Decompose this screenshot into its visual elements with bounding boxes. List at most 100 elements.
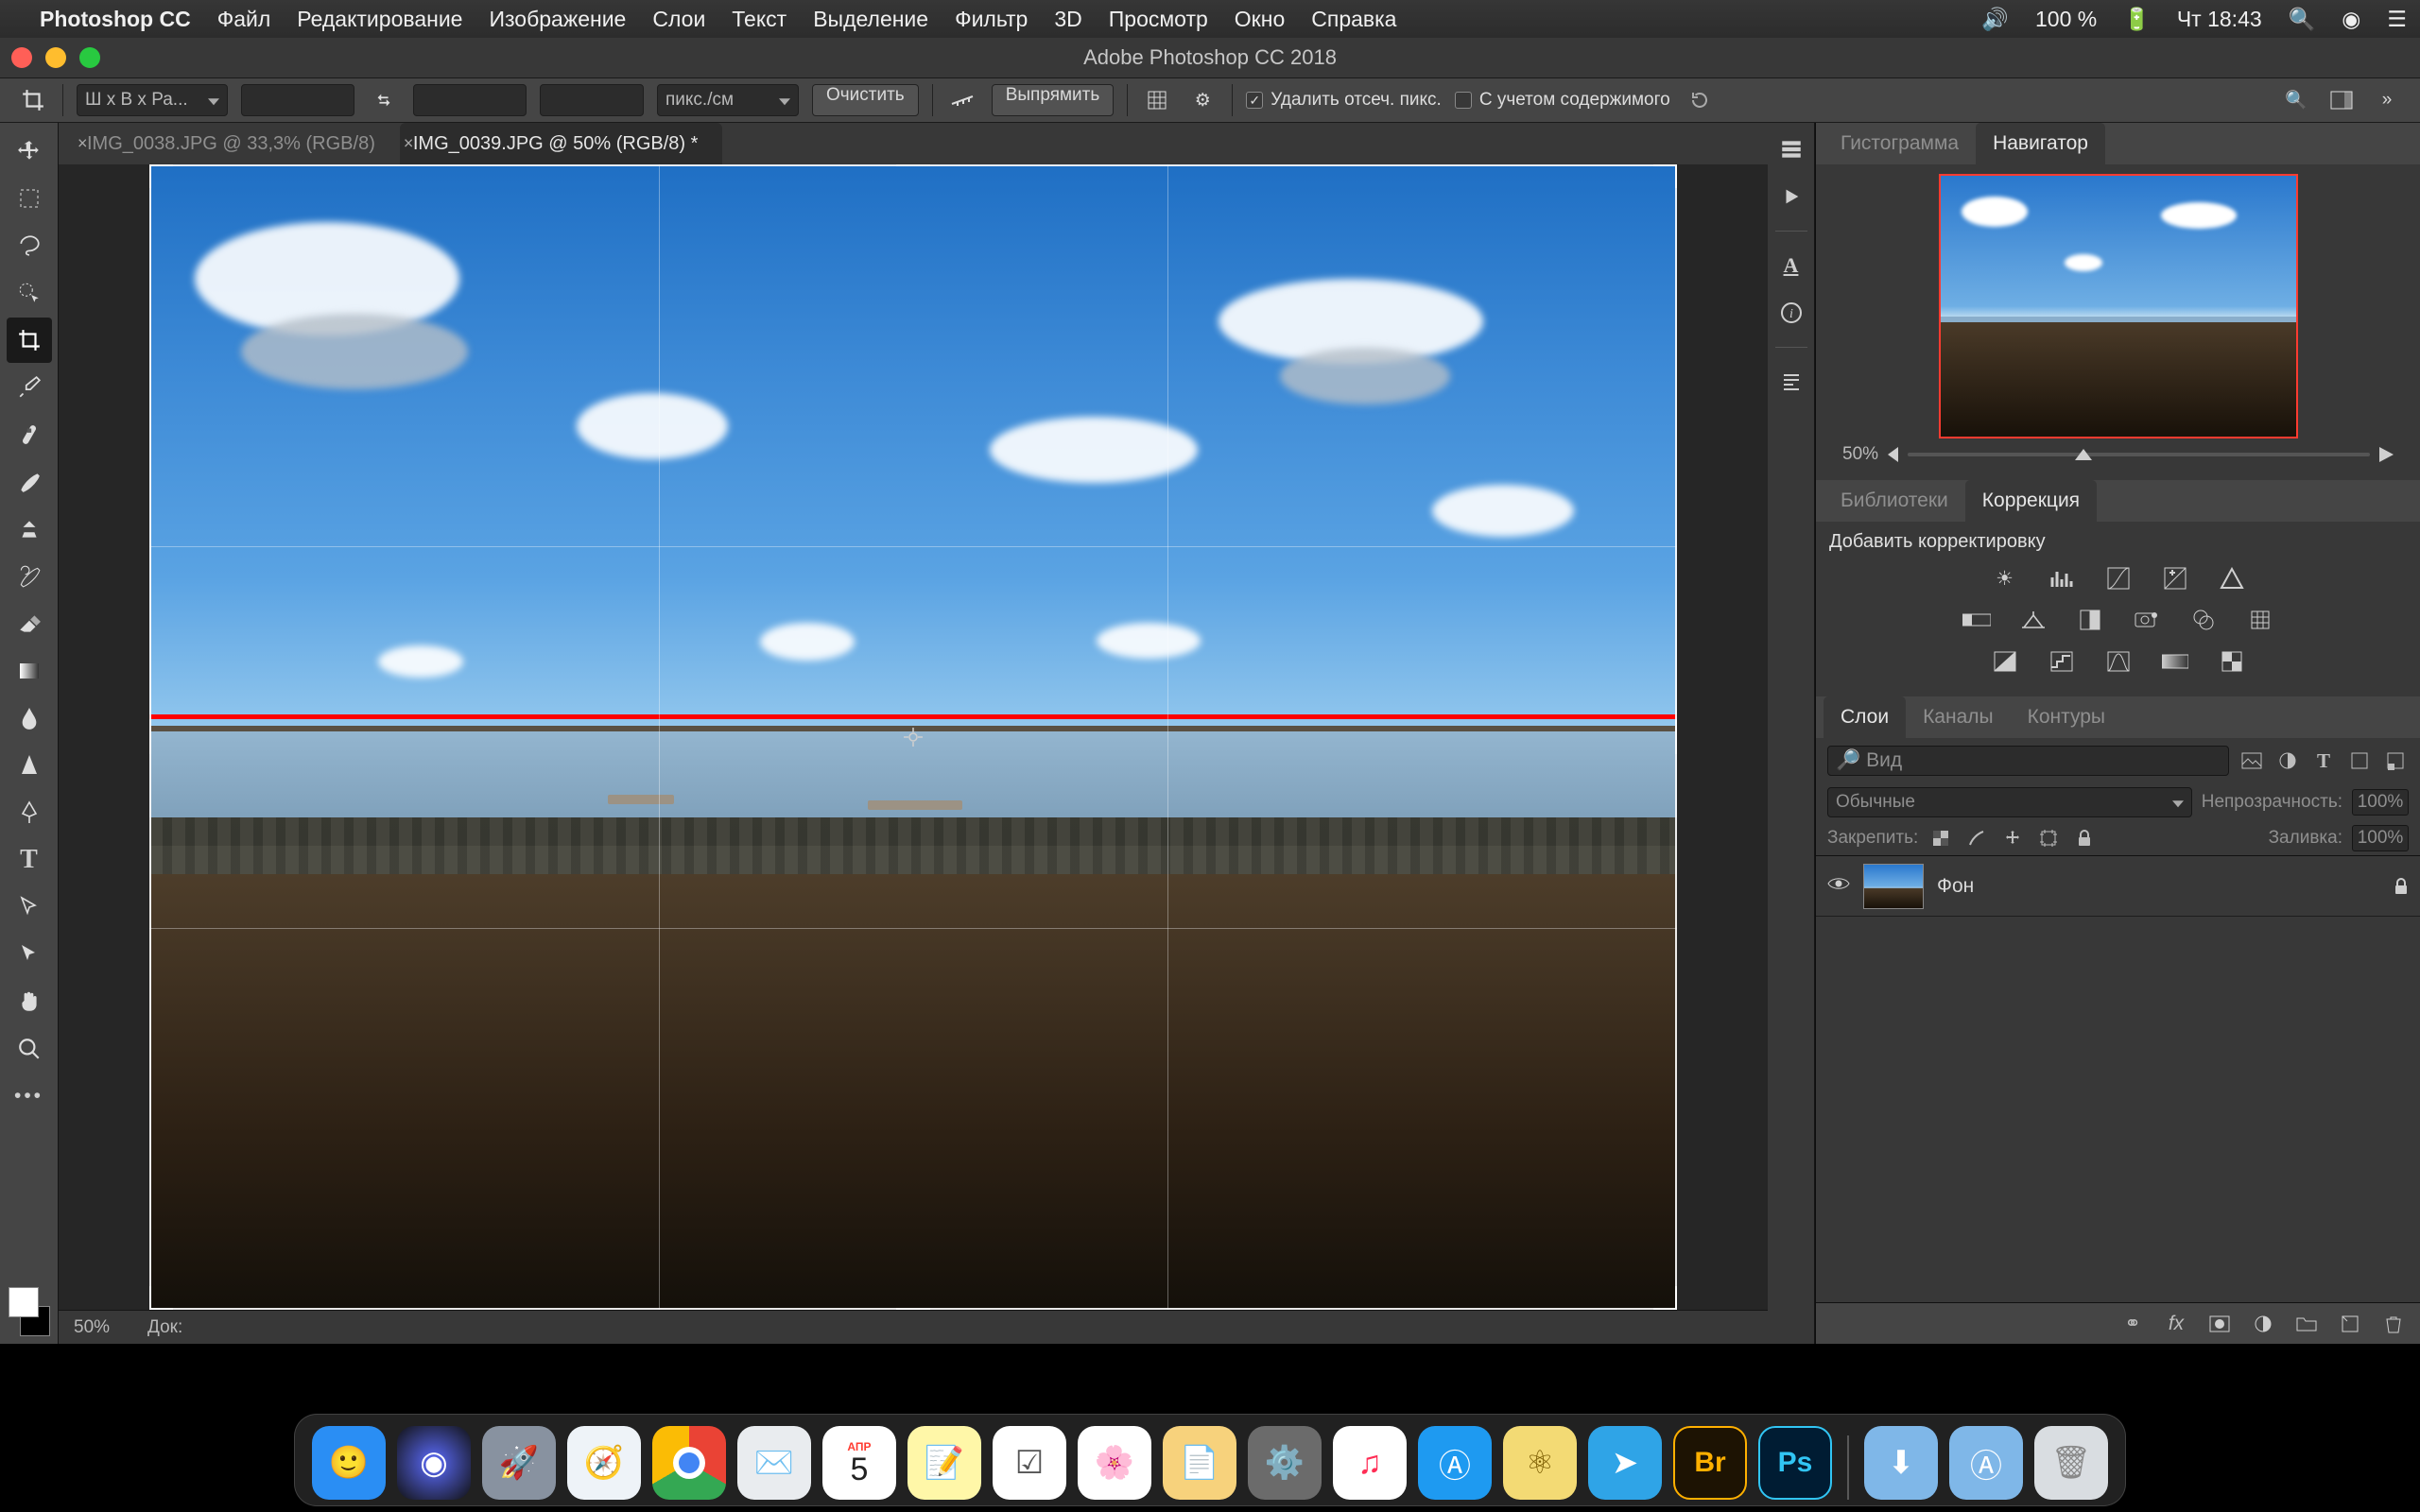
tab-navigator[interactable]: Навигатор xyxy=(1976,123,2105,164)
window-minimize-button[interactable] xyxy=(45,47,66,68)
dock-photoshop[interactable]: Ps xyxy=(1758,1426,1832,1500)
crop-settings-icon[interactable]: ⚙ xyxy=(1186,84,1219,116)
battery-icon[interactable]: 🔋 xyxy=(2123,7,2151,32)
dock-trash[interactable]: 🗑 xyxy=(2034,1426,2108,1500)
app-name[interactable]: Photoshop CC xyxy=(40,7,191,32)
document-tab-active[interactable]: × IMG_0039.JPG @ 50% (RGB/8) * xyxy=(400,123,723,164)
adj-photo-filter-icon[interactable] xyxy=(2131,604,2163,636)
adj-color-lookup-icon[interactable] xyxy=(2244,604,2276,636)
zoom-out-button[interactable] xyxy=(1888,447,1898,462)
layer-mask-icon[interactable] xyxy=(2206,1311,2233,1337)
type-tool-icon[interactable]: T xyxy=(7,837,52,883)
crop-tool-indicator-icon[interactable] xyxy=(17,84,49,116)
eyedropper-tool-icon[interactable] xyxy=(7,365,52,410)
filter-adjustments-icon[interactable] xyxy=(2274,747,2301,774)
macos-dock[interactable]: 🙂 ◉ 🚀 🧭 ✉️ АПР 5 📝 ☑︎ 🌸 📄 ⚙️ ♫ Ⓐ ⚛ ➤ Br … xyxy=(294,1414,2126,1506)
info-panel-icon[interactable]: i xyxy=(1774,296,1808,330)
workspace-switcher-icon[interactable] xyxy=(2325,84,2358,116)
adj-selective-color-icon[interactable] xyxy=(2216,645,2248,678)
canvas-viewport[interactable] xyxy=(59,164,1768,1310)
tab-libraries[interactable]: Библиотеки xyxy=(1824,480,1965,522)
dock-launchpad[interactable]: 🚀 xyxy=(482,1426,556,1500)
hand-tool-icon[interactable] xyxy=(7,979,52,1024)
brush-tool-icon[interactable] xyxy=(7,459,52,505)
new-adjustment-layer-icon[interactable] xyxy=(2250,1311,2276,1337)
spotlight-icon[interactable]: 🔍 xyxy=(2289,7,2316,32)
layer-lock-icon[interactable] xyxy=(2394,878,2409,895)
battery-pct[interactable]: 100 % xyxy=(2035,7,2097,32)
dock-photos[interactable]: 🌸 xyxy=(1078,1426,1151,1500)
straighten-icon[interactable] xyxy=(946,84,978,116)
navigator-zoom-value[interactable]: 50% xyxy=(1842,444,1878,465)
dock-music[interactable]: ♫ xyxy=(1333,1426,1407,1500)
macos-menubar[interactable]: Photoshop CC Файл Редактирование Изображ… xyxy=(0,0,2420,38)
fill-input[interactable]: 100% xyxy=(2352,825,2409,851)
crop-overlay-icon[interactable] xyxy=(1141,84,1173,116)
menu-filter[interactable]: Фильтр xyxy=(955,7,1028,32)
lock-artboard-icon[interactable] xyxy=(2035,825,2062,851)
blur-tool-icon[interactable] xyxy=(7,696,52,741)
crop-width-input[interactable] xyxy=(241,84,354,116)
eraser-tool-icon[interactable] xyxy=(7,601,52,646)
blend-mode-select[interactable]: Обычные xyxy=(1827,787,2192,817)
delete-cropped-checkbox[interactable]: Удалить отсеч. пикс. xyxy=(1246,90,1442,111)
new-group-icon[interactable] xyxy=(2293,1311,2320,1337)
marquee-tool-icon[interactable] xyxy=(7,176,52,221)
crop-height-input[interactable] xyxy=(413,84,527,116)
notification-center-icon[interactable]: ☰ xyxy=(2387,7,2407,32)
document-tab-inactive[interactable]: × IMG_0038.JPG @ 33,3% (RGB/8) xyxy=(74,123,400,164)
tab-layers[interactable]: Слои xyxy=(1824,696,1906,738)
status-zoom[interactable]: 50% xyxy=(74,1317,110,1338)
dock-appstore[interactable]: Ⓐ xyxy=(1418,1426,1492,1500)
tab-histogram[interactable]: Гистограмма xyxy=(1824,123,1976,164)
tab-paths[interactable]: Контуры xyxy=(2011,696,2122,738)
dock-atom[interactable]: ⚛ xyxy=(1503,1426,1577,1500)
character-panel-icon[interactable]: A xyxy=(1774,249,1808,283)
crop-resolution-input[interactable] xyxy=(540,84,644,116)
dock-chrome[interactable] xyxy=(652,1426,726,1500)
adj-gradient-map-icon[interactable] xyxy=(2159,645,2191,678)
new-layer-icon[interactable] xyxy=(2337,1311,2363,1337)
filter-smart-icon[interactable] xyxy=(2382,747,2409,774)
adj-posterize-icon[interactable] xyxy=(2046,645,2078,678)
close-tab-icon[interactable]: × xyxy=(392,134,425,154)
history-brush-tool-icon[interactable] xyxy=(7,554,52,599)
dock-calendar[interactable]: АПР 5 xyxy=(822,1426,896,1500)
crop-unit-select[interactable]: пикс./см xyxy=(657,84,799,116)
tab-channels[interactable]: Каналы xyxy=(1906,696,2011,738)
layer-filter-select[interactable]: 🔎 Вид xyxy=(1827,746,2229,776)
menu-3d[interactable]: 3D xyxy=(1054,7,1081,32)
dodge-tool-icon[interactable] xyxy=(7,743,52,788)
straighten-button[interactable]: Выпрямить xyxy=(992,84,1115,116)
adj-levels-icon[interactable] xyxy=(2046,562,2078,594)
paragraph-panel-icon[interactable] xyxy=(1774,365,1808,399)
dock-applications[interactable]: Ⓐ xyxy=(1949,1426,2023,1500)
link-layers-icon[interactable]: ⚭ xyxy=(2119,1311,2146,1337)
content-aware-checkbox[interactable]: С учетом содержимого xyxy=(1455,90,1670,111)
menubar-clock[interactable]: Чт 18:43 xyxy=(2177,7,2262,32)
search-icon[interactable]: 🔍 xyxy=(2280,84,2312,116)
reset-crop-icon[interactable] xyxy=(1684,84,1716,116)
dock-finder[interactable]: 🙂 xyxy=(312,1426,386,1500)
history-panel-icon[interactable] xyxy=(1774,132,1808,166)
adj-threshold-icon[interactable] xyxy=(2102,645,2135,678)
layer-name[interactable]: Фон xyxy=(1937,875,1974,898)
dock-textedit[interactable]: 📄 xyxy=(1163,1426,1236,1500)
filter-shape-icon[interactable] xyxy=(2346,747,2373,774)
dock-settings[interactable]: ⚙️ xyxy=(1248,1426,1322,1500)
actions-panel-icon[interactable] xyxy=(1774,180,1808,214)
menu-select[interactable]: Выделение xyxy=(813,7,928,32)
expand-panels-icon[interactable]: » xyxy=(2371,84,2403,116)
pen-tool-icon[interactable] xyxy=(7,790,52,835)
siri-menubar-icon[interactable]: ◉ xyxy=(2342,7,2360,32)
layer-fx-icon[interactable]: fx xyxy=(2163,1311,2189,1337)
quick-select-tool-icon[interactable] xyxy=(7,270,52,316)
crop-clear-button[interactable]: Очистить xyxy=(812,84,919,116)
adj-invert-icon[interactable] xyxy=(1989,645,2021,678)
opacity-input[interactable]: 100% xyxy=(2352,789,2409,816)
swap-dimensions-icon[interactable] xyxy=(368,84,400,116)
zoom-tool-icon[interactable] xyxy=(7,1026,52,1072)
layer-row[interactable]: Фон xyxy=(1816,856,2420,917)
color-swatches[interactable] xyxy=(7,1285,52,1338)
layer-thumbnail[interactable] xyxy=(1863,864,1924,909)
